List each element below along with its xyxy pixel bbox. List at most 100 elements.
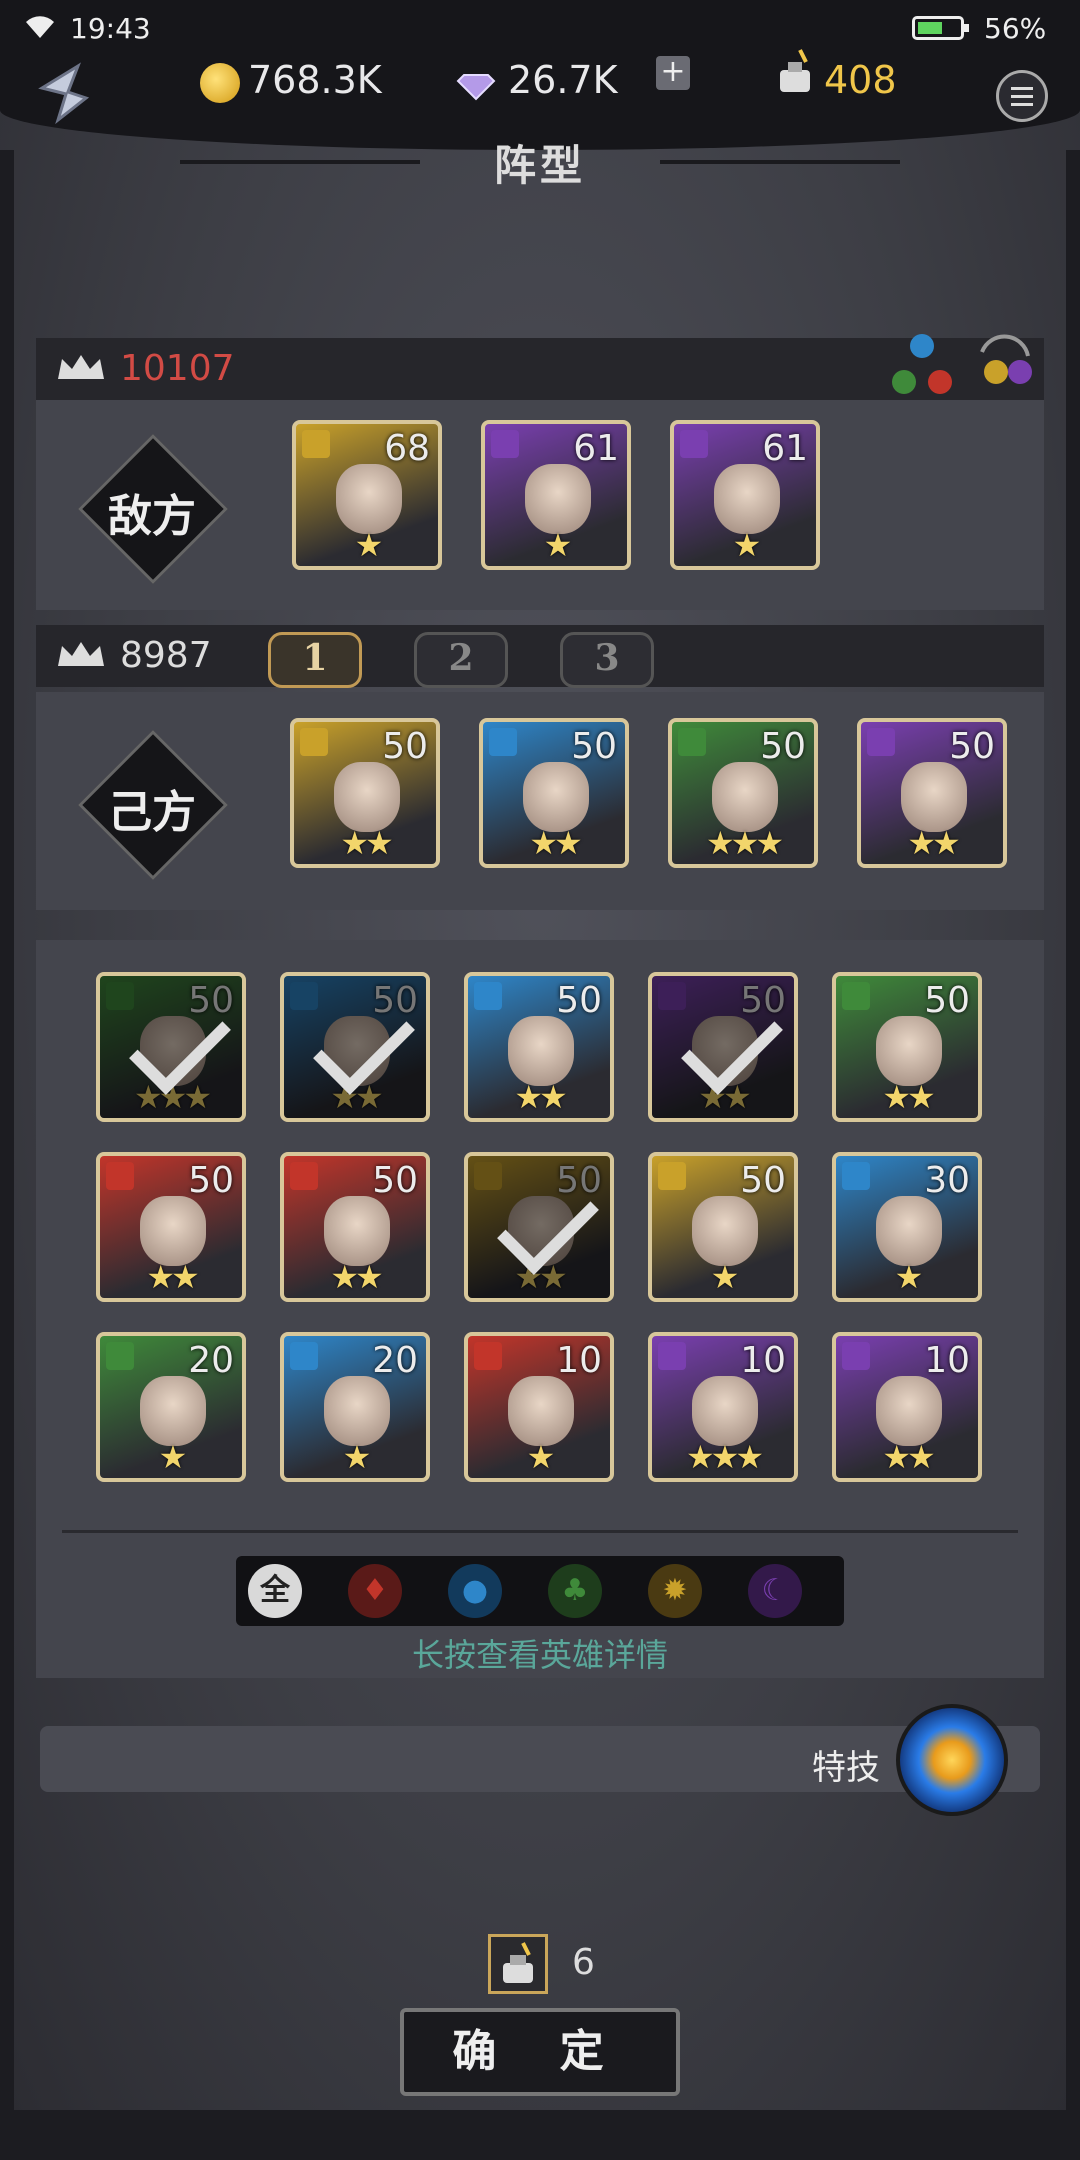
add-gems-button[interactable]: + xyxy=(656,56,690,90)
hero-stars: ★★★ xyxy=(705,824,784,862)
frame-bottom xyxy=(0,2110,1080,2160)
light-element-icon xyxy=(474,1162,502,1190)
hero-stars: ★ xyxy=(710,1258,740,1296)
roster-hero-card[interactable]: 10 ★ xyxy=(464,1332,614,1482)
dark-element-icon xyxy=(491,430,519,458)
hero-portrait xyxy=(876,1376,942,1446)
menu-button[interactable] xyxy=(996,70,1048,122)
hero-details-hint: 长按查看英雄详情 xyxy=(411,1636,668,1674)
page-title: 阵型 xyxy=(493,141,586,190)
hero-level: 20 xyxy=(372,1340,418,1381)
roster-divider xyxy=(62,1530,1018,1533)
ink-bottle-icon xyxy=(780,49,810,92)
roster-hero-card[interactable]: 50 ★★ xyxy=(96,1152,246,1302)
hero-stars: ★ xyxy=(526,1438,556,1476)
hero-level: 10 xyxy=(556,1340,602,1381)
sun-icon: ✹ xyxy=(662,1573,688,1608)
roster-hero-card[interactable]: 50 ★★ xyxy=(464,1152,614,1302)
hero-portrait xyxy=(334,762,400,832)
roster-hero-card[interactable]: 50 ★ xyxy=(648,1152,798,1302)
roster-hero-card[interactable]: 50 ★★ xyxy=(280,1152,430,1302)
enemy-hero-card[interactable]: 68 ★ xyxy=(292,420,442,570)
hero-portrait xyxy=(712,762,778,832)
ally-hero-card[interactable]: 50 ★★ xyxy=(479,718,629,868)
hero-level: 10 xyxy=(924,1340,970,1381)
enemy-power-bar: 10107 xyxy=(36,334,1044,400)
back-button[interactable] xyxy=(28,58,98,128)
nature-element-icon xyxy=(678,728,706,756)
roster-hero-card[interactable]: 30 ★ xyxy=(832,1152,982,1302)
water-drop-icon: ● xyxy=(461,1573,489,1608)
team-tab-3[interactable]: 3 xyxy=(560,632,654,688)
ally-hero-card[interactable]: 50 ★★ xyxy=(857,718,1007,868)
hero-level: 50 xyxy=(571,726,617,767)
hero-stars: ★★ xyxy=(529,824,582,862)
ink-cost-icon xyxy=(488,1934,548,1994)
selected-check-icon xyxy=(497,1173,599,1275)
ink-value: 408 xyxy=(824,58,897,102)
roster-hero-card[interactable]: 10 ★★ xyxy=(832,1332,982,1482)
hero-portrait xyxy=(523,762,589,832)
roster-hero-card[interactable]: 50 ★★ xyxy=(648,972,798,1122)
hero-portrait xyxy=(692,1196,758,1266)
team-tab-1[interactable]: 1 xyxy=(268,632,362,688)
water-element-icon xyxy=(474,982,502,1010)
filter-all-button[interactable]: 全 xyxy=(248,1564,302,1618)
roster-hero-card[interactable]: 50 ★★★ xyxy=(96,972,246,1122)
hero-portrait xyxy=(336,464,402,534)
back-arrow-icon xyxy=(38,62,90,125)
ink-cost-value: 6 xyxy=(572,1942,595,1983)
hero-level: 68 xyxy=(384,428,430,469)
roster-hero-card[interactable]: 50 ★★ xyxy=(464,972,614,1122)
filter-dark-button[interactable]: ☾ xyxy=(748,1564,802,1618)
nature-element-icon xyxy=(106,982,134,1010)
confirm-button[interactable]: 确 定 xyxy=(400,2008,680,2096)
hero-level: 50 xyxy=(372,1160,418,1201)
filter-nature-button[interactable]: ♣ xyxy=(548,1564,602,1618)
fire-element-icon xyxy=(106,1162,134,1190)
hero-portrait xyxy=(140,1196,206,1266)
enemy-power: 10107 xyxy=(120,348,235,389)
gold-value: 768.3K xyxy=(248,58,382,102)
hero-level: 30 xyxy=(924,1160,970,1201)
hero-stars: ★ xyxy=(342,1438,372,1476)
battery-percent: 56% xyxy=(984,12,1047,45)
ally-hero-card[interactable]: 50 ★★★ xyxy=(668,718,818,868)
roster-hero-card[interactable]: 50 ★★ xyxy=(280,972,430,1122)
roster-hero-card[interactable]: 10 ★★★ xyxy=(648,1332,798,1482)
roster-hero-card[interactable]: 20 ★ xyxy=(280,1332,430,1482)
enemy-hero-card[interactable]: 61 ★ xyxy=(670,420,820,570)
hero-level: 50 xyxy=(382,726,428,767)
skill-orb-icon[interactable] xyxy=(896,1704,1008,1816)
battery-icon xyxy=(912,16,969,40)
gem-value: 26.7K xyxy=(508,58,618,102)
skill-label: 特技 xyxy=(812,1748,880,1788)
hero-stars: ★★ xyxy=(907,824,960,862)
status-bar: 19:43 56% xyxy=(0,10,1080,50)
hero-portrait xyxy=(508,1376,574,1446)
hero-stars: ★★★ xyxy=(685,1438,764,1476)
hero-portrait xyxy=(876,1016,942,1086)
hero-level: 10 xyxy=(740,1340,786,1381)
skill-bar[interactable] xyxy=(40,1726,1040,1792)
roster-hero-card[interactable]: 20 ★ xyxy=(96,1332,246,1482)
team-tab-2[interactable]: 2 xyxy=(414,632,508,688)
hero-stars: ★ xyxy=(894,1258,924,1296)
light-element-icon xyxy=(658,1162,686,1190)
gold-counter: 768.3K xyxy=(200,52,382,108)
filter-fire-button[interactable]: ♦ xyxy=(348,1564,402,1618)
enemy-hero-card[interactable]: 61 ★ xyxy=(481,420,631,570)
ally-power: 8987 xyxy=(120,635,212,676)
roster-hero-card[interactable]: 50 ★★ xyxy=(832,972,982,1122)
fire-element-icon xyxy=(290,1162,318,1190)
filter-light-button[interactable]: ✹ xyxy=(648,1564,702,1618)
hero-stars: ★★ xyxy=(340,824,393,862)
filter-water-button[interactable]: ● xyxy=(448,1564,502,1618)
ally-hero-card[interactable]: 50 ★★ xyxy=(290,718,440,868)
hero-stars: ★ xyxy=(354,526,384,564)
light-element-icon xyxy=(302,430,330,458)
hero-level: 50 xyxy=(924,980,970,1021)
hero-portrait xyxy=(324,1376,390,1446)
fire-icon: ♦ xyxy=(361,1573,389,1608)
hero-level: 50 xyxy=(760,726,806,767)
